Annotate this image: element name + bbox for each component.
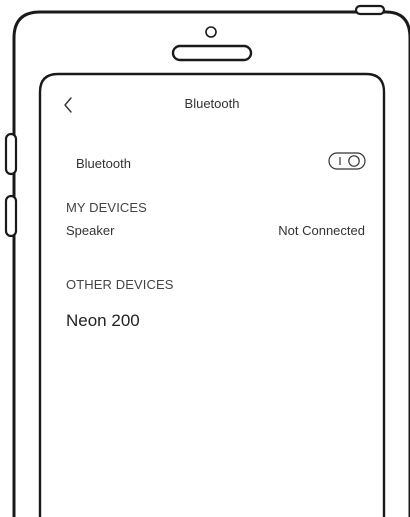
phone-mockup: Bluetooth Bluetooth MY DEVICES Speaker N… — [0, 0, 410, 517]
device-speaker-name[interactable]: Speaker — [66, 223, 114, 238]
device-neon-200[interactable]: Neon 200 — [66, 311, 140, 331]
other-devices-heading: OTHER DEVICES — [66, 277, 174, 292]
device-speaker-status: Not Connected — [278, 223, 365, 238]
my-devices-heading: MY DEVICES — [66, 200, 147, 215]
bluetooth-label: Bluetooth — [76, 156, 131, 171]
toggle-icon[interactable] — [328, 152, 366, 170]
page-title: Bluetooth — [184, 96, 240, 111]
screen: Bluetooth Bluetooth MY DEVICES Speaker N… — [40, 74, 384, 517]
nav-bar: Bluetooth — [40, 74, 384, 134]
